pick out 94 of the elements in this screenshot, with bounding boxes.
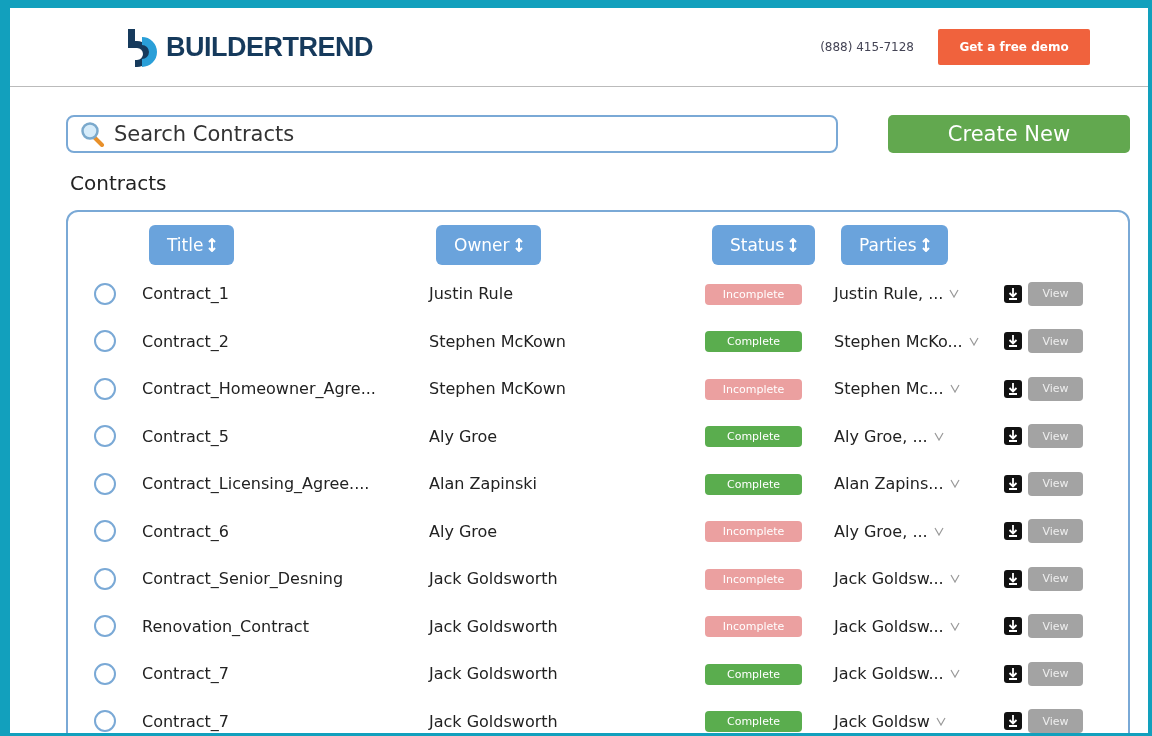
owner-name: Jack Goldsworth xyxy=(429,664,559,684)
chevron-down-icon[interactable] xyxy=(949,669,960,679)
search-field[interactable]: Search Contracts xyxy=(66,115,838,153)
demo-button[interactable]: Get a free demo xyxy=(938,29,1090,65)
chevron-down-icon[interactable] xyxy=(968,336,979,346)
chevron-down-icon[interactable] xyxy=(949,621,960,631)
status-badge: Complete xyxy=(705,426,802,448)
owner-name: Aly Groe xyxy=(429,521,499,541)
radio-button[interactable] xyxy=(94,520,116,543)
contract-title: Contract_Licensing_Agree.... xyxy=(142,474,371,494)
parties-text: Aly Groe, ... xyxy=(834,521,928,541)
contract-title: Contract_7 xyxy=(142,711,230,731)
column-sort-button[interactable]: Status xyxy=(712,225,816,265)
sort-icon xyxy=(921,238,930,252)
status-badge: Incomplete xyxy=(705,616,802,638)
parties-text: Alan Zapins... xyxy=(834,474,944,494)
download-icon[interactable] xyxy=(1004,284,1022,303)
parties-text: Jack Goldsw... xyxy=(834,569,944,589)
chevron-down-icon[interactable] xyxy=(933,526,944,536)
chevron-down-icon[interactable] xyxy=(949,574,960,584)
download-icon[interactable] xyxy=(1004,379,1022,398)
parties-text: Stephen McKo... xyxy=(834,331,963,351)
section-title: Contracts xyxy=(70,171,168,195)
radio-button[interactable] xyxy=(94,615,116,638)
radio-button[interactable] xyxy=(94,282,116,305)
owner-name: Aly Groe xyxy=(429,426,499,446)
chevron-down-icon[interactable] xyxy=(935,716,946,726)
owner-name: Justin Rule xyxy=(429,284,514,304)
contract-title: Contract_Senior_Desning xyxy=(142,569,345,589)
parties-text: Aly Groe, ... xyxy=(834,426,928,446)
download-icon[interactable] xyxy=(1004,427,1022,446)
status-badge: Incomplete xyxy=(705,521,802,543)
sort-icon xyxy=(208,238,217,252)
parties-text: Jack Goldsw xyxy=(834,711,930,731)
chevron-down-icon[interactable] xyxy=(949,479,960,489)
column-sort-button[interactable]: Owner xyxy=(436,225,541,265)
view-button[interactable]: View xyxy=(1028,376,1083,401)
contract-title: Renovation_Contract xyxy=(142,616,310,636)
contract-title: Contract_6 xyxy=(142,521,230,541)
view-button[interactable]: View xyxy=(1028,424,1083,449)
brand-name: BUILDERTREND xyxy=(166,31,373,63)
contract-title: Contract_Homeowner_Agre... xyxy=(142,379,377,399)
owner-name: Jack Goldsworth xyxy=(429,569,559,589)
owner-name: Jack Goldsworth xyxy=(429,711,559,731)
owner-name: Alan Zapinski xyxy=(429,474,538,494)
chevron-down-icon[interactable] xyxy=(933,431,944,441)
view-button[interactable]: View xyxy=(1028,661,1083,686)
status-badge: Incomplete xyxy=(705,283,802,305)
parties-text: Jack Goldsw... xyxy=(834,616,944,636)
radio-button[interactable] xyxy=(94,425,116,448)
view-button[interactable]: View xyxy=(1028,471,1083,496)
phone-number: (888) 415-7128 xyxy=(820,40,914,54)
parties-text: Stephen Mc... xyxy=(834,379,944,399)
owner-name: Stephen McKown xyxy=(429,379,567,399)
column-sort-button[interactable]: Title xyxy=(149,225,235,265)
radio-button[interactable] xyxy=(94,472,116,495)
parties-text: Jack Goldsw... xyxy=(834,664,944,684)
status-badge: Incomplete xyxy=(705,378,802,400)
view-button[interactable]: View xyxy=(1028,709,1083,733)
view-button[interactable]: View xyxy=(1028,519,1083,544)
radio-button[interactable] xyxy=(94,662,116,685)
chevron-down-icon[interactable] xyxy=(949,384,960,394)
status-badge: Complete xyxy=(705,473,802,495)
download-icon[interactable] xyxy=(1004,474,1022,493)
chevron-down-icon[interactable] xyxy=(949,289,960,299)
download-icon[interactable] xyxy=(1004,569,1022,588)
download-icon[interactable] xyxy=(1004,664,1022,683)
create-new-button[interactable]: Create New xyxy=(888,115,1130,153)
contract-title: Contract_2 xyxy=(142,331,230,351)
contract-title: Contract_5 xyxy=(142,426,230,446)
contract-title: Contract_1 xyxy=(142,284,230,304)
status-badge: Complete xyxy=(705,331,802,353)
view-button[interactable]: View xyxy=(1028,566,1083,591)
owner-name: Stephen McKown xyxy=(429,331,567,351)
download-icon[interactable] xyxy=(1004,712,1022,731)
status-badge: Complete xyxy=(705,711,802,733)
owner-name: Jack Goldsworth xyxy=(429,616,559,636)
radio-button[interactable] xyxy=(94,330,116,353)
radio-button[interactable] xyxy=(94,710,116,733)
view-button[interactable]: View xyxy=(1028,329,1083,354)
download-icon[interactable] xyxy=(1004,332,1022,351)
sort-icon xyxy=(514,238,523,252)
parties-text: Justin Rule, ... xyxy=(834,284,944,304)
sort-icon xyxy=(789,238,798,252)
contract-title: Contract_7 xyxy=(142,664,230,684)
status-badge: Incomplete xyxy=(705,568,802,590)
view-button[interactable]: View xyxy=(1028,281,1083,306)
download-icon[interactable] xyxy=(1004,617,1022,636)
column-sort-button[interactable]: Parties xyxy=(841,225,948,265)
status-badge: Complete xyxy=(705,663,802,685)
view-button[interactable]: View xyxy=(1028,614,1083,639)
radio-button[interactable] xyxy=(94,567,116,590)
download-icon[interactable] xyxy=(1004,522,1022,541)
radio-button[interactable] xyxy=(94,377,116,400)
